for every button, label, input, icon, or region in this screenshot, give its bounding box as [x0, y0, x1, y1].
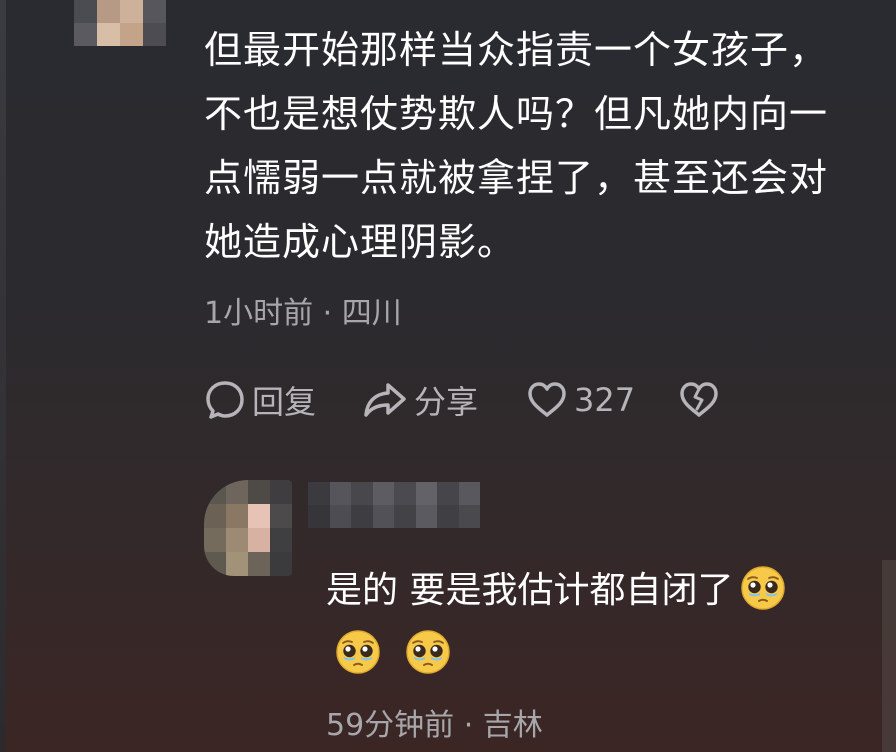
avatar[interactable]	[74, 0, 166, 46]
comment-text: 但最开始那样当众指责一个女孩子，不也是想仗势欺人吗？但凡她内向一点懦弱一点就被拿…	[204, 28, 829, 264]
share-arrow-icon	[362, 379, 408, 421]
reply-username[interactable]	[308, 482, 480, 528]
pleading-face-emoji	[336, 630, 380, 674]
reply-avatar[interactable]	[204, 480, 292, 576]
emoji-row	[334, 628, 474, 676]
left-edge-strip	[0, 0, 6, 752]
reply-meta: 59分钟前 · 吉林	[326, 708, 543, 743]
share-label: 分享	[414, 383, 479, 421]
pleading-face-emoji	[406, 630, 450, 674]
speech-bubble-icon	[204, 379, 246, 421]
reply-label: 回复	[252, 383, 317, 421]
dislike-button[interactable]	[678, 379, 720, 421]
like-count: 327	[574, 381, 636, 419]
like-button[interactable]: 327	[526, 379, 678, 421]
share-button[interactable]: 分享	[362, 377, 526, 423]
comment-actions: 回复 分享 327	[204, 376, 720, 424]
broken-heart-icon	[678, 379, 720, 421]
comment-meta: 1小时前 · 四川	[204, 296, 402, 331]
heart-icon	[526, 379, 568, 421]
reply-button[interactable]: 回复	[204, 377, 362, 423]
right-edge-strip	[882, 560, 896, 752]
reply-text-body: 是的 要是我估计都自闭了	[326, 570, 734, 611]
pleading-face-emoji	[741, 566, 786, 610]
reply-text: 是的 要是我估计都自闭了	[326, 560, 846, 622]
